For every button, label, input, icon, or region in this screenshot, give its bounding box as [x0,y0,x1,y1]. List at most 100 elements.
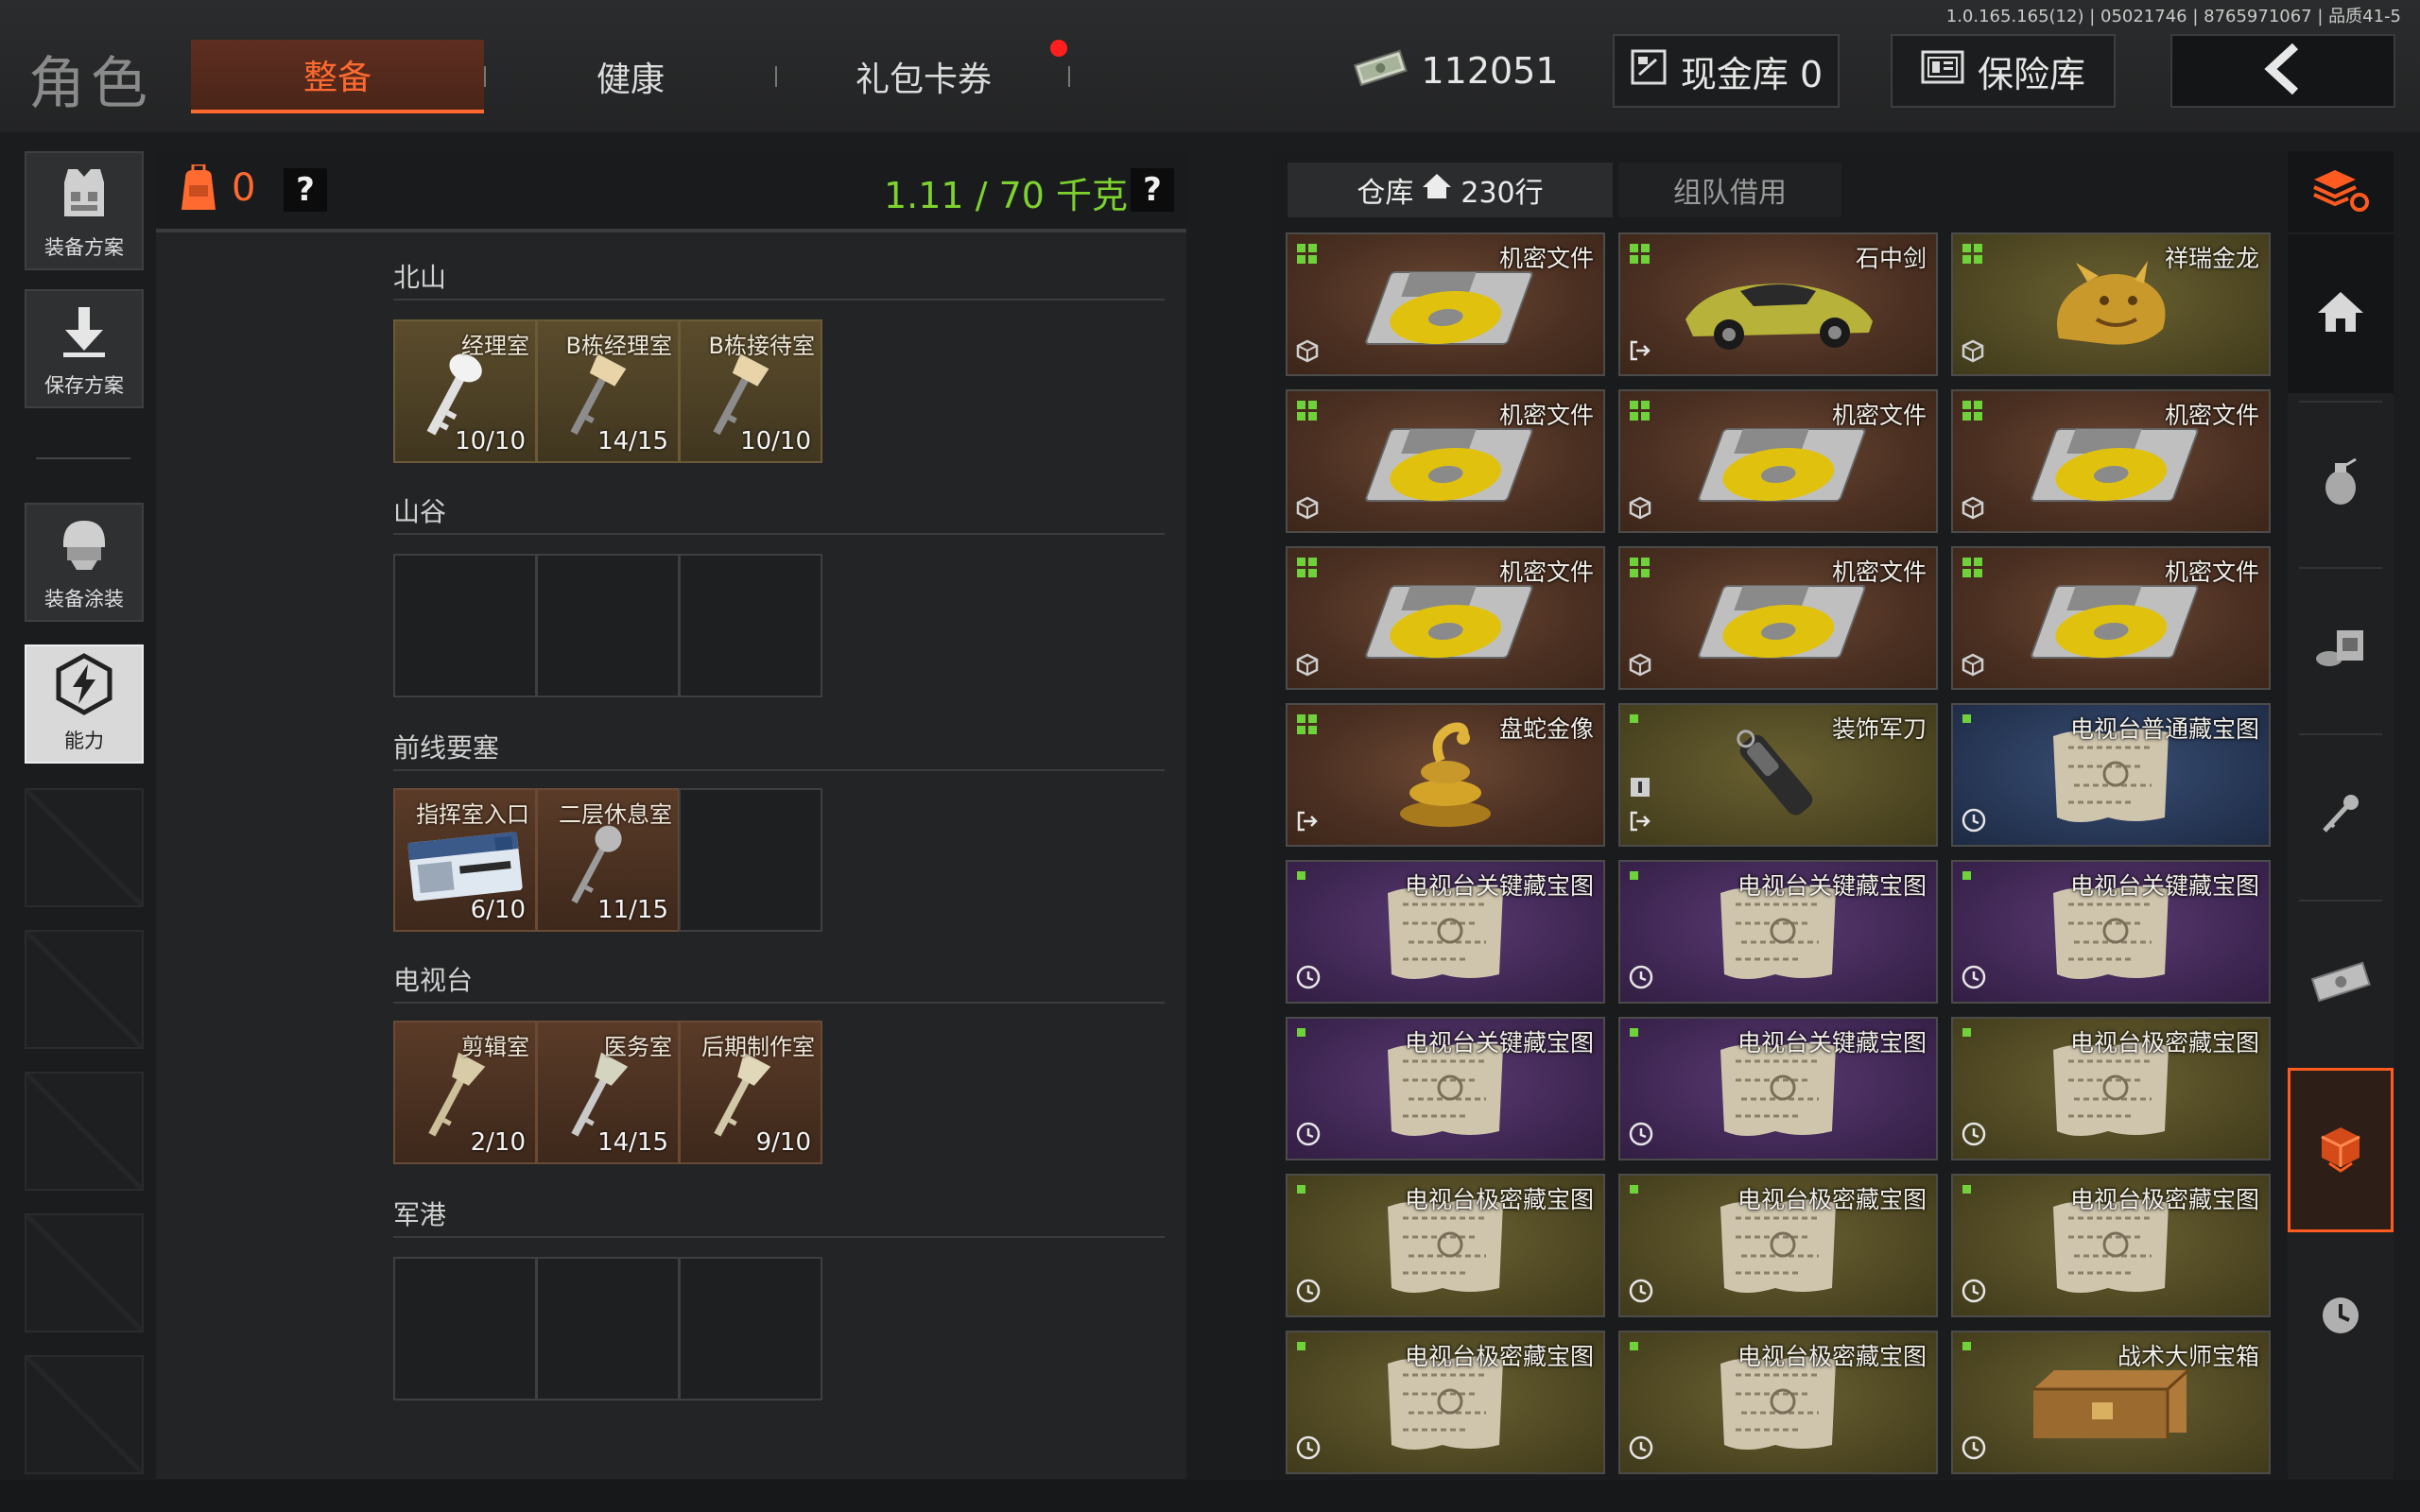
warehouse-item[interactable]: 电视台关键藏宝图 [1618,860,1938,1004]
key-count: 10/10 [455,427,526,455]
knife-icon [1721,719,1835,836]
key-name: 医务室 [604,1034,672,1060]
grade-indicator [1962,1028,1971,1037]
empty-key-slot[interactable] [393,1257,537,1400]
warehouse-item[interactable]: 机密文件 [1951,546,2271,690]
grenade-icon [2320,455,2361,512]
nav-consumables[interactable] [2288,571,2394,730]
warehouse-item[interactable]: 电视台关键藏宝图 [1618,1017,1938,1160]
cash-vault-button[interactable]: 现金库 0 [1613,34,1840,108]
tab-gear[interactable]: 整备 [191,40,484,113]
box-icon [1628,495,1652,524]
warehouse-item[interactable]: 机密文件 [1618,389,1938,533]
nav-cash[interactable] [2288,903,2394,1062]
key-name: 指挥室入口 [416,801,529,828]
empty-key-slot[interactable] [536,554,680,697]
empty-key-slot[interactable] [679,554,822,697]
grade-indicator [1630,1342,1638,1350]
warehouse-item[interactable]: 祥瑞金龙 [1951,232,2271,376]
warehouse-item[interactable]: 机密文件 [1286,546,1605,690]
key-slot[interactable]: 指挥室入口 6/10 [393,788,537,932]
empty-key-slot[interactable] [536,1257,680,1400]
help-button[interactable]: ? [284,168,327,212]
warehouse-item[interactable]: 电视台关键藏宝图 [1286,860,1605,1004]
clock-icon [1961,807,1987,837]
warehouse-item[interactable]: 装饰军刀 [1618,703,1938,847]
key-slot[interactable]: 经理室 10/10 [393,319,537,463]
warehouse-item[interactable]: 电视台极密藏宝图 [1618,1331,1938,1474]
grade-indicator [1962,558,1982,577]
grade-indicator [1297,714,1317,734]
item-name: 电视台关键藏宝图 [1404,1029,1594,1057]
warehouse-item[interactable]: 机密文件 [1951,389,2271,533]
category-label: 军港 [393,1199,447,1230]
warehouse-item[interactable]: 电视台关键藏宝图 [1286,1017,1605,1160]
key-slot[interactable]: 医务室 14/15 [536,1021,680,1164]
tab-team-borrow[interactable]: 组队借用 [1618,163,1841,217]
nav-recent[interactable] [2288,1238,2394,1397]
key-slot[interactable]: 后期制作室 9/10 [679,1021,822,1164]
key-slot[interactable]: 二层休息室 11/15 [536,788,680,932]
warehouse-item[interactable]: 盘蛇金像 [1286,703,1605,847]
warehouse-item[interactable]: 机密文件 [1286,232,1605,376]
item-name: 机密文件 [1498,558,1594,586]
clock-icon [1961,1435,1987,1465]
empty-sidebar-slot [25,930,144,1049]
back-button[interactable] [2170,34,2395,108]
gear-skin-button[interactable]: 装备涂装 [25,503,144,622]
nav-collectibles[interactable] [2288,1068,2394,1232]
category-divider [393,1002,1165,1004]
nav-keys[interactable] [2288,737,2394,896]
key-count: 6/10 [470,896,526,924]
tab-warehouse[interactable]: 仓库 230行 [1288,163,1613,217]
grade-indicator [1962,1185,1971,1194]
warehouse-item[interactable]: 石中剑 [1618,232,1938,376]
grade-indicator [1962,871,1971,880]
notification-dot [1050,40,1067,57]
page-title: 角色 [28,51,153,117]
warehouse-item[interactable]: 电视台极密藏宝图 [1951,1017,2271,1160]
warehouse-item[interactable]: 电视台极密藏宝图 [1286,1331,1605,1474]
warehouse-item[interactable]: 电视台极密藏宝图 [1286,1174,1605,1317]
key-slot[interactable]: 剪辑室 2/10 [393,1021,537,1164]
item-name: 电视台极密藏宝图 [2069,1186,2259,1213]
weight-help-button[interactable]: ? [1131,168,1174,212]
loadout-preset-button[interactable]: 装备方案 [25,151,144,270]
safe-box-button[interactable]: 保险库 [1891,34,2116,108]
grade-indicator [1962,714,1971,723]
item-name: 装饰军刀 [1831,715,1927,743]
item-name: 电视台关键藏宝图 [1737,1029,1927,1057]
warehouse-item[interactable]: 电视台普通藏宝图 [1951,703,2271,847]
warehouse-item[interactable]: 电视台极密藏宝图 [1951,1174,2271,1317]
grade-indicator [1297,1185,1305,1194]
tab-health[interactable]: 健康 [484,40,777,113]
warehouse-item[interactable]: 电视台极密藏宝图 [1618,1174,1938,1317]
carry-weight: 1.11 / 70 千克 [884,175,1129,216]
key-slot[interactable]: B栋经理室 14/15 [536,319,680,463]
item-name: 电视台极密藏宝图 [2069,1029,2259,1057]
empty-key-slot[interactable] [393,554,537,697]
bottom-bar [0,1480,2420,1512]
save-preset-button[interactable]: 保存方案 [25,289,144,408]
empty-key-slot[interactable] [679,788,822,932]
sort-button[interactable] [2288,151,2394,232]
warehouse-item[interactable]: 机密文件 [1618,546,1938,690]
key-name: 后期制作室 [701,1034,815,1060]
nav-all-items[interactable] [2288,234,2394,393]
empty-key-slot[interactable] [679,1257,822,1400]
vest-icon [55,163,113,227]
grade-indicator [1630,244,1650,264]
warehouse-item[interactable]: 电视台关键藏宝图 [1951,860,2271,1004]
key-name: 剪辑室 [461,1034,529,1060]
tab-gift-cards[interactable]: 礼包卡券 [777,40,1070,113]
key-slot[interactable]: B栋接待室 10/10 [679,319,822,463]
warehouse-item[interactable]: 机密文件 [1286,389,1605,533]
nav-grenades[interactable] [2288,404,2394,563]
ability-button[interactable]: 能力 [25,644,144,764]
item-name: 盘蛇金像 [1498,715,1594,743]
cash-vault-label: 现金库 0 [1680,53,1824,95]
warehouse-item[interactable]: 战术大师宝箱 [1951,1331,2271,1474]
grade-indicator [1297,244,1317,264]
grade-indicator [1962,401,1982,421]
item-name: 电视台极密藏宝图 [1404,1186,1594,1213]
